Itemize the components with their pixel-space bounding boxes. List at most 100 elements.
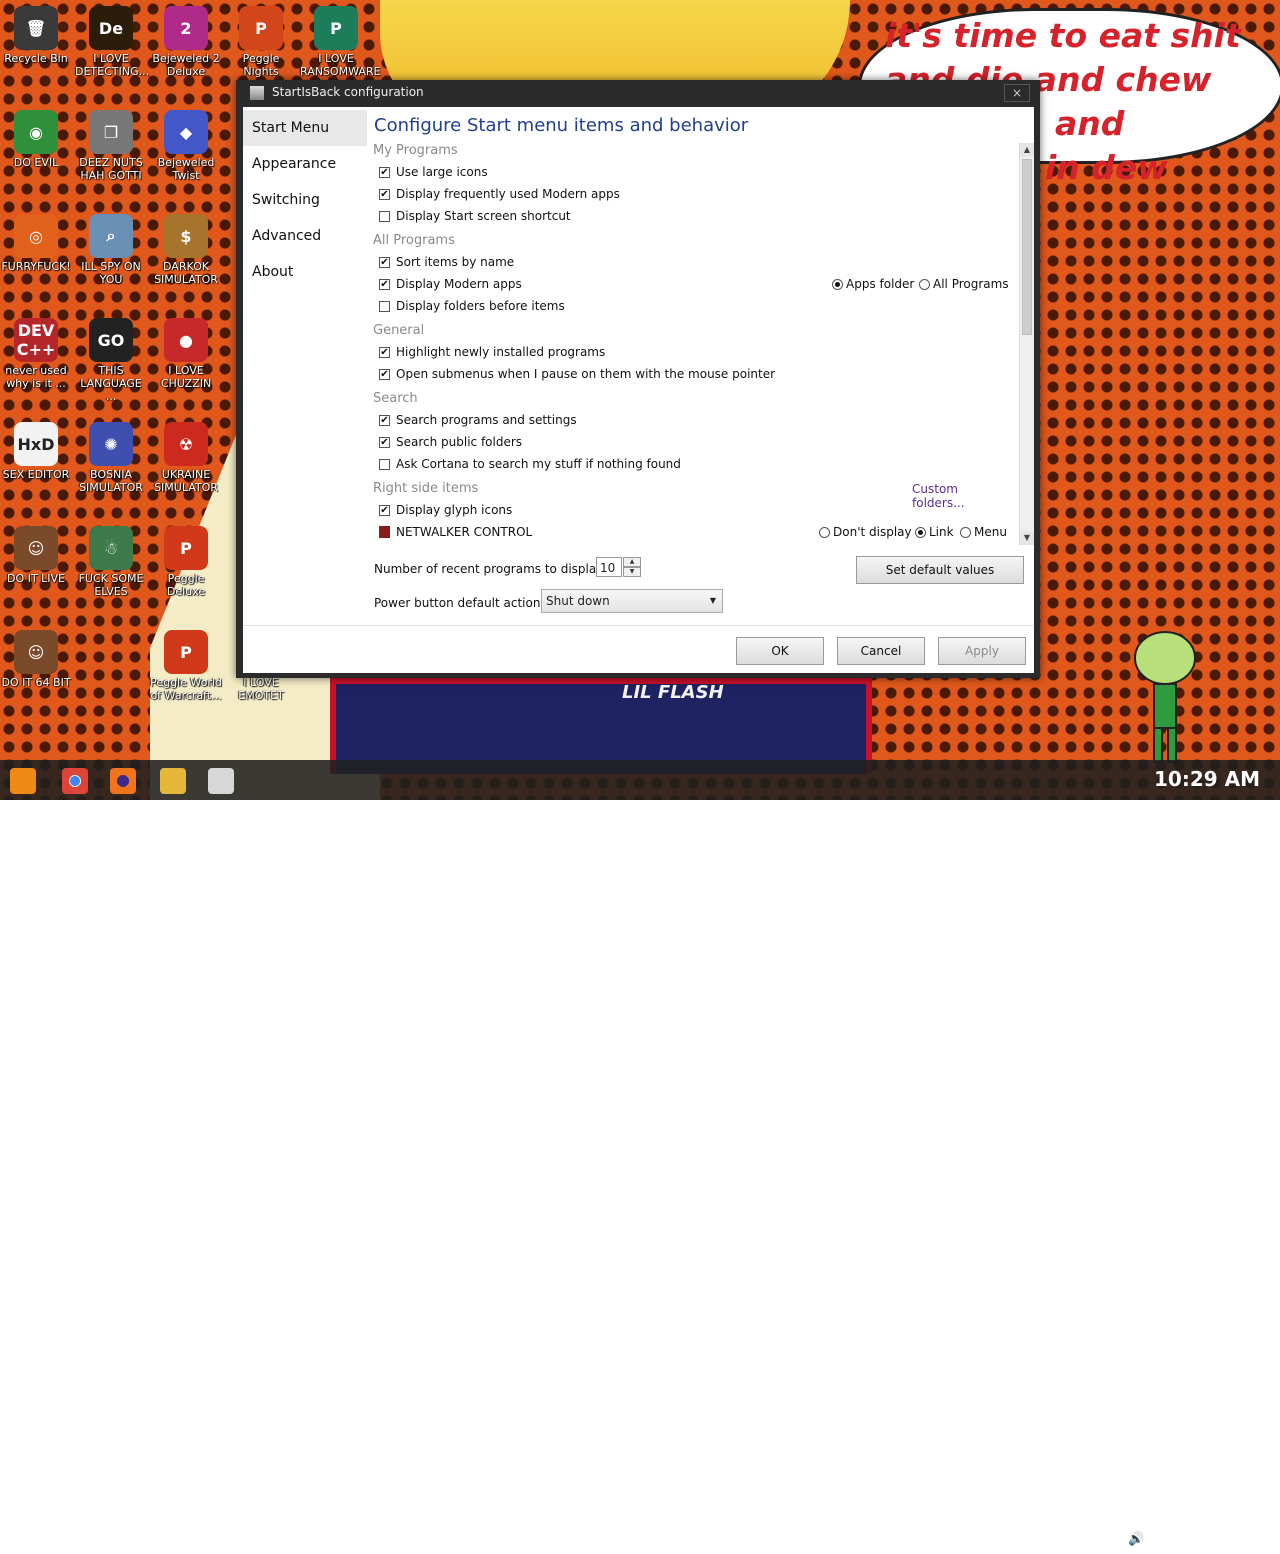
option-display-glyph-icons[interactable]: Display glyph icons bbox=[379, 501, 512, 519]
desktop-icon[interactable]: DEV C++ never used why is it ... bbox=[0, 318, 72, 390]
custom-folders-link[interactable]: Custom folders... bbox=[912, 482, 1013, 510]
radio-button[interactable] bbox=[919, 279, 930, 290]
scrollbar-thumb[interactable] bbox=[1022, 159, 1032, 335]
option-folders-before-items[interactable]: Display folders before items bbox=[379, 297, 565, 315]
recent-programs-input[interactable]: 10 bbox=[596, 557, 622, 577]
desktop-icon[interactable]: 🗑 Recycle Bin bbox=[0, 6, 72, 65]
desktop-icon[interactable]: GO THIS LANGUAGE ... bbox=[75, 318, 147, 403]
ok-button[interactable]: OK bbox=[736, 637, 824, 665]
radio-all-programs[interactable]: All Programs bbox=[919, 275, 1009, 293]
tray-chevron-up-icon[interactable]: ▲ bbox=[1082, 1532, 1092, 1547]
options-scrollbar[interactable]: ▲ ▼ bbox=[1019, 143, 1034, 545]
close-button[interactable]: × bbox=[1004, 84, 1030, 102]
desktop-icon[interactable]: ⌕ ILL SPY ON YOU bbox=[75, 214, 147, 286]
desktop-icon[interactable]: ❐ DEEZ NUTS HAH GOTTI bbox=[75, 110, 147, 182]
checkbox[interactable] bbox=[379, 369, 390, 380]
checkbox[interactable] bbox=[379, 301, 390, 312]
spin-down-icon[interactable]: ▼ bbox=[623, 567, 641, 577]
desktop-icon[interactable]: P Peggle Deluxe bbox=[150, 526, 222, 598]
taskbar-clock[interactable]: 10:29 AM bbox=[1154, 767, 1260, 791]
option-display-frequent-modern-apps[interactable]: Display frequently used Modern apps bbox=[379, 185, 620, 203]
option-label: Highlight newly installed programs bbox=[396, 345, 606, 359]
checkbox[interactable] bbox=[379, 505, 390, 516]
option-display-modern-apps[interactable]: Display Modern apps bbox=[379, 275, 522, 293]
radio-button[interactable] bbox=[915, 527, 926, 538]
checkbox[interactable] bbox=[379, 189, 390, 200]
desktop-icon[interactable]: ☃ FUCK SOME ELVES bbox=[75, 526, 147, 598]
notifications-icon[interactable]: 🗨 bbox=[1240, 1529, 1260, 1548]
desktop-icon[interactable]: ☺ DO IT 64 BIT bbox=[0, 630, 72, 689]
checkbox[interactable] bbox=[379, 279, 390, 290]
app-shortcut-icon: P bbox=[239, 6, 283, 50]
set-default-values-button[interactable]: Set default values bbox=[856, 556, 1024, 584]
option-highlight-new-programs[interactable]: Highlight newly installed programs bbox=[379, 343, 605, 361]
nav-item-appearance[interactable]: Appearance bbox=[243, 146, 367, 182]
checkbox[interactable] bbox=[379, 167, 390, 178]
scroll-down-arrow-icon[interactable]: ▼ bbox=[1020, 531, 1034, 545]
option-label: Search programs and settings bbox=[396, 413, 577, 427]
desktop-icon[interactable]: PPeggle Nights Deluxe bbox=[225, 6, 297, 91]
taskbar: ▲ 🖧 🔊 🗨 bbox=[0, 760, 1280, 1549]
start-button-icon[interactable] bbox=[10, 768, 36, 794]
desktop-icon[interactable]: PI LOVE RANSOMWARE bbox=[300, 6, 380, 78]
radio-menu[interactable]: Menu bbox=[960, 523, 1007, 541]
desktop-icon[interactable]: P Peggle World of Warcraft... bbox=[150, 630, 222, 702]
scroll-up-arrow-icon[interactable]: ▲ bbox=[1020, 143, 1034, 157]
desktop-icon[interactable]: ✺ BOSNIA SIMULATOR bbox=[75, 422, 147, 494]
spin-up-icon[interactable]: ▲ bbox=[623, 557, 641, 567]
nav-item-advanced[interactable]: Advanced bbox=[243, 218, 367, 254]
desktop-icon[interactable]: $ DARKOK SIMULATOR bbox=[150, 214, 222, 286]
option-sort-items-by-name[interactable]: Sort items by name bbox=[379, 253, 514, 271]
option-ask-cortana[interactable]: Ask Cortana to search my stuff if nothin… bbox=[379, 455, 681, 473]
checkbox[interactable] bbox=[379, 211, 390, 222]
desktop-icon[interactable]: De I LOVE DETECTING... bbox=[75, 6, 149, 78]
desktop-icon[interactable]: ☢ UKRAINE SIMULATOR bbox=[150, 422, 222, 494]
desktop-icon-label: DO IT LIVE bbox=[7, 572, 65, 585]
chrome-icon[interactable] bbox=[62, 768, 88, 794]
desktop-icon[interactable]: ◆ Bejeweled Twist bbox=[150, 110, 222, 182]
apply-button[interactable]: Apply bbox=[938, 637, 1026, 665]
desktop-icon[interactable]: 2 Bejeweled 2 Deluxe bbox=[150, 6, 222, 78]
radio-apps-folder[interactable]: Apps folder bbox=[832, 275, 914, 293]
firefox-icon[interactable] bbox=[110, 768, 136, 794]
checkbox[interactable] bbox=[379, 257, 390, 268]
network-icon[interactable]: 🖧 bbox=[1104, 1532, 1119, 1554]
radio-link[interactable]: Link bbox=[915, 523, 954, 541]
option-label: Display Start screen shortcut bbox=[396, 209, 571, 223]
file-explorer-icon[interactable] bbox=[160, 768, 186, 794]
cancel-button[interactable]: Cancel bbox=[837, 637, 925, 665]
checkbox[interactable] bbox=[379, 459, 390, 470]
radio-dont-display[interactable]: Don't display bbox=[819, 523, 912, 541]
volume-icon[interactable]: 🔊 bbox=[1128, 1532, 1144, 1547]
power-action-dropdown[interactable]: Shut down ▼ bbox=[541, 589, 723, 613]
option-label: Sort items by name bbox=[396, 255, 515, 269]
desktop-icon[interactable]: ☺ DO IT LIVE bbox=[0, 526, 72, 585]
radio-button[interactable] bbox=[960, 527, 971, 538]
nav-item-switching[interactable]: Switching bbox=[243, 182, 367, 218]
checkbox[interactable] bbox=[379, 437, 390, 448]
app-shortcut-icon: HxD bbox=[14, 422, 58, 466]
dialog-titlebar[interactable]: StartIsBack configuration × bbox=[236, 80, 1040, 106]
option-use-large-icons[interactable]: Use large icons bbox=[379, 163, 488, 181]
desktop-icon[interactable]: ● I LOVE CHUZZIN bbox=[150, 318, 222, 390]
startisback-dialog: StartIsBack configuration × Start Menu A… bbox=[236, 80, 1040, 678]
option-label: Display Modern apps bbox=[396, 277, 522, 291]
desktop-icon[interactable]: HxD SEX EDITOR bbox=[0, 422, 72, 481]
option-display-start-screen-shortcut[interactable]: Display Start screen shortcut bbox=[379, 207, 571, 225]
nav-item-about[interactable]: About bbox=[243, 254, 367, 290]
radio-button[interactable] bbox=[832, 279, 843, 290]
desktop-icon[interactable]: ◎ FURRYFUCK! bbox=[0, 214, 72, 273]
option-open-submenus-on-hover[interactable]: Open submenus when I pause on them with … bbox=[379, 365, 775, 383]
radio-button[interactable] bbox=[819, 527, 830, 538]
option-label: Search public folders bbox=[396, 435, 523, 449]
desktop-icon[interactable]: ◉ DO EVIL bbox=[0, 110, 72, 169]
option-label: Open submenus when I pause on them with … bbox=[396, 367, 776, 381]
nav-item-start-menu[interactable]: Start Menu bbox=[243, 110, 367, 146]
section-title-all-programs: All Programs bbox=[373, 233, 455, 248]
checkbox[interactable] bbox=[379, 347, 390, 358]
checkbox[interactable] bbox=[379, 415, 390, 426]
option-search-public-folders[interactable]: Search public folders bbox=[379, 433, 522, 451]
app-shortcut-icon: $ bbox=[164, 214, 208, 258]
option-search-programs-settings[interactable]: Search programs and settings bbox=[379, 411, 577, 429]
startisback-taskbar-icon[interactable] bbox=[208, 768, 234, 794]
